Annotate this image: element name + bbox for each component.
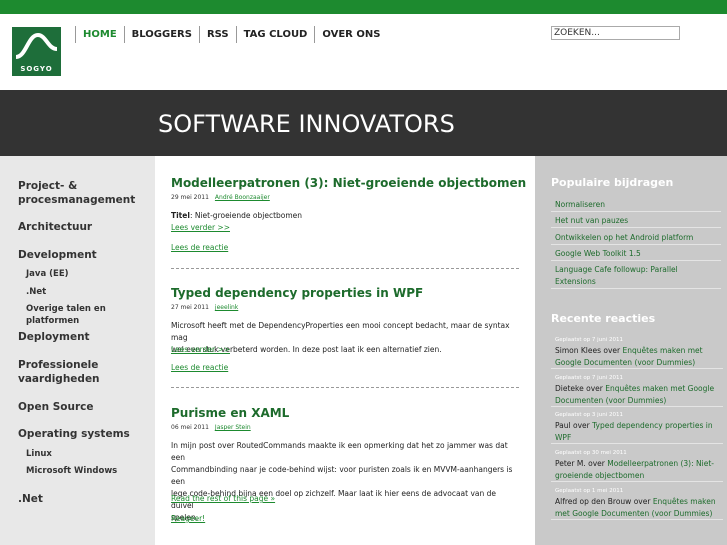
reaction-text: Paul over Typed dependency properties in: [555, 420, 723, 432]
popular-item-line: Language Cafe followup: Parallel: [555, 265, 678, 274]
category-development[interactable]: Development: [18, 248, 97, 263]
read-more-link[interactable]: Lees verder >>: [171, 345, 230, 354]
reaction-item: Geplaatst op 7 juni 2011 Dieteke over En…: [551, 374, 723, 407]
post-body-line: spelen.: [171, 513, 199, 522]
reaction-item: Geplaatst op 3 juni 2011 Paul over Typed…: [551, 411, 723, 444]
category-project-management-line2[interactable]: procesmanagement: [18, 193, 135, 208]
post-list: Modelleerpatronen (3): Niet-groeiende ob…: [155, 156, 535, 545]
subcategory-overige-talen[interactable]: Overige talen en platformen: [26, 303, 155, 327]
post-author[interactable]: André Boonzaaijer: [215, 194, 270, 201]
popular-item-line: Extensions: [555, 277, 596, 286]
reaction-post-link[interactable]: Enquêtes maken: [653, 497, 716, 506]
popular-heading: Populaire bijdragen: [551, 176, 674, 189]
post-date: 06 mei 2011: [171, 424, 209, 431]
reaction-author: Paul over: [555, 421, 593, 430]
popular-item[interactable]: Language Cafe followup: Parallel Extensi…: [551, 264, 721, 289]
read-reaction-link[interactable]: Lees de reactie: [171, 363, 228, 372]
reaction-text: Dieteke over Enquêtes maken met Google: [555, 383, 723, 395]
post-body-text: : Niet-groeiende objectbomen: [189, 211, 303, 220]
nav-tag-cloud[interactable]: TAG CLOUD: [235, 26, 315, 43]
reaction-post-link[interactable]: groeiende objectbomen: [555, 470, 723, 482]
reaction-post-link[interactable]: Documenten (voor Dummies): [555, 395, 723, 407]
reply-link[interactable]: Reageer!: [171, 514, 205, 523]
nav-bloggers[interactable]: BLOGGERS: [123, 26, 199, 43]
reaction-post-link[interactable]: WPF: [555, 432, 723, 444]
subcategory-microsoft-windows[interactable]: Microsoft Windows: [26, 465, 117, 477]
post-date: 27 mei 2011: [171, 304, 209, 311]
reaction-date: Geplaatst op 7 juni 2011: [555, 337, 623, 343]
post-body-label: Titel: [171, 211, 190, 220]
category-open-source[interactable]: Open Source: [18, 400, 93, 415]
banner-title: SOFTWARE INNOVATORS: [158, 110, 455, 138]
reaction-date: Geplaatst op 7 juni 2011: [555, 375, 623, 381]
site-header: SOGYO HOME BLOGGERS RSS TAG CLOUD OVER O…: [0, 14, 727, 90]
post-body: Titel: Niet-groeiende objectbomen: [171, 210, 521, 222]
top-accent-bar: [0, 0, 727, 14]
post-meta: 29 mei 2011 André Boonzaaijer: [171, 194, 270, 201]
reaction-text: Peter M. over Modelleerpatronen (3): Nie…: [555, 458, 723, 470]
category-project-management[interactable]: Project- &: [18, 179, 77, 194]
category-dotnet[interactable]: .Net: [18, 492, 43, 507]
popular-item[interactable]: Het nut van pauzes: [551, 215, 721, 228]
post-author[interactable]: Jasper Stein: [215, 424, 251, 431]
category-professionele-vaardigheden[interactable]: Professionele: [18, 358, 98, 373]
reaction-author: Alfred op den Brouw over: [555, 497, 653, 506]
reaction-post-link[interactable]: Google Documenten (voor Dummies): [555, 357, 723, 369]
recent-reactions-heading: Recente reacties: [551, 312, 656, 325]
reaction-post-link[interactable]: Enquêtes maken met Google: [605, 384, 714, 393]
read-more-link[interactable]: Read the rest of this page »: [171, 494, 275, 503]
nav-rss[interactable]: RSS: [198, 26, 236, 43]
popular-item[interactable]: Google Web Toolkit 1.5: [551, 248, 721, 261]
reaction-post-link[interactable]: Modelleerpatronen (3): Niet-: [607, 459, 714, 468]
sogyo-logo[interactable]: SOGYO: [12, 27, 61, 76]
logo-text: SOGYO: [20, 65, 53, 73]
reaction-item: Geplaatst op 7 juni 2011 Simon Klees ove…: [551, 336, 723, 369]
read-more-link[interactable]: Lees verder >>: [171, 223, 230, 232]
category-professionele-vaardigheden-line2[interactable]: vaardigheden: [18, 372, 100, 387]
reaction-text: Alfred op den Brouw over Enquêtes maken: [555, 496, 723, 508]
reaction-date: Geplaatst op 30 mei 2011: [555, 450, 627, 456]
popular-item[interactable]: Ontwikkelen op het Android platform: [551, 232, 721, 245]
reaction-post-link[interactable]: met Google Documenten (voor Dummies): [555, 508, 723, 520]
reaction-item: Geplaatst op 1 mei 2011 Alfred op den Br…: [551, 487, 723, 520]
category-architectuur[interactable]: Architectuur: [18, 220, 92, 235]
reaction-post-link[interactable]: Enquêtes maken met: [623, 346, 703, 355]
reaction-text: Simon Klees over Enquêtes maken met: [555, 345, 723, 357]
post-author[interactable]: jeeelink: [215, 304, 238, 311]
logo-wave-icon: [15, 32, 58, 59]
subcategory-linux[interactable]: Linux: [26, 448, 52, 460]
reaction-author: Simon Klees over: [555, 346, 623, 355]
post-body: In mijn post over RoutedCommands maakte …: [171, 440, 521, 524]
reaction-author: Peter M. over: [555, 459, 608, 468]
main-nav: HOME BLOGGERS RSS TAG CLOUD OVER ONS: [75, 26, 387, 43]
post-body-line: In mijn post over RoutedCommands maakte …: [171, 441, 508, 462]
reaction-date: Geplaatst op 1 mei 2011: [555, 488, 624, 494]
right-sidebar: Populaire bijdragen Normaliseren Het nut…: [535, 156, 727, 545]
read-reaction-link[interactable]: Lees de reactie: [171, 243, 228, 252]
reaction-author: Dieteke over: [555, 384, 606, 393]
post-meta: 27 mei 2011 jeeelink: [171, 304, 238, 311]
reaction-date: Geplaatst op 3 juni 2011: [555, 412, 623, 418]
nav-over-ons[interactable]: OVER ONS: [314, 26, 387, 43]
category-deployment[interactable]: Deployment: [18, 330, 90, 345]
subcategory-java-ee[interactable]: Java (EE): [26, 268, 69, 280]
post-meta: 06 mei 2011 Jasper Stein: [171, 424, 251, 431]
post-date: 29 mei 2011: [171, 194, 209, 201]
post-divider: [171, 268, 519, 269]
popular-item[interactable]: Normaliseren: [551, 199, 721, 212]
category-operating-systems[interactable]: Operating systems: [18, 427, 130, 442]
nav-home[interactable]: HOME: [75, 26, 124, 43]
post-title[interactable]: Modelleerpatronen (3): Niet-groeiende ob…: [171, 176, 526, 190]
reaction-post-link[interactable]: Typed dependency properties in: [592, 421, 712, 430]
site-banner: SOFTWARE INNOVATORS: [0, 90, 727, 156]
category-sidebar: Project- & procesmanagement Architectuur…: [0, 156, 155, 545]
reaction-item: Geplaatst op 30 mei 2011 Peter M. over M…: [551, 449, 723, 482]
post-title[interactable]: Purisme en XAML: [171, 406, 289, 420]
post-body-line: Microsoft heeft met de DependencyPropert…: [171, 321, 510, 342]
subcategory-dotnet[interactable]: .Net: [26, 286, 46, 298]
post-body-line: Commandbinding naar je code-behind wijst…: [171, 465, 513, 486]
post-title[interactable]: Typed dependency properties in WPF: [171, 286, 423, 300]
search-input[interactable]: [551, 26, 680, 40]
post-divider: [171, 387, 519, 388]
